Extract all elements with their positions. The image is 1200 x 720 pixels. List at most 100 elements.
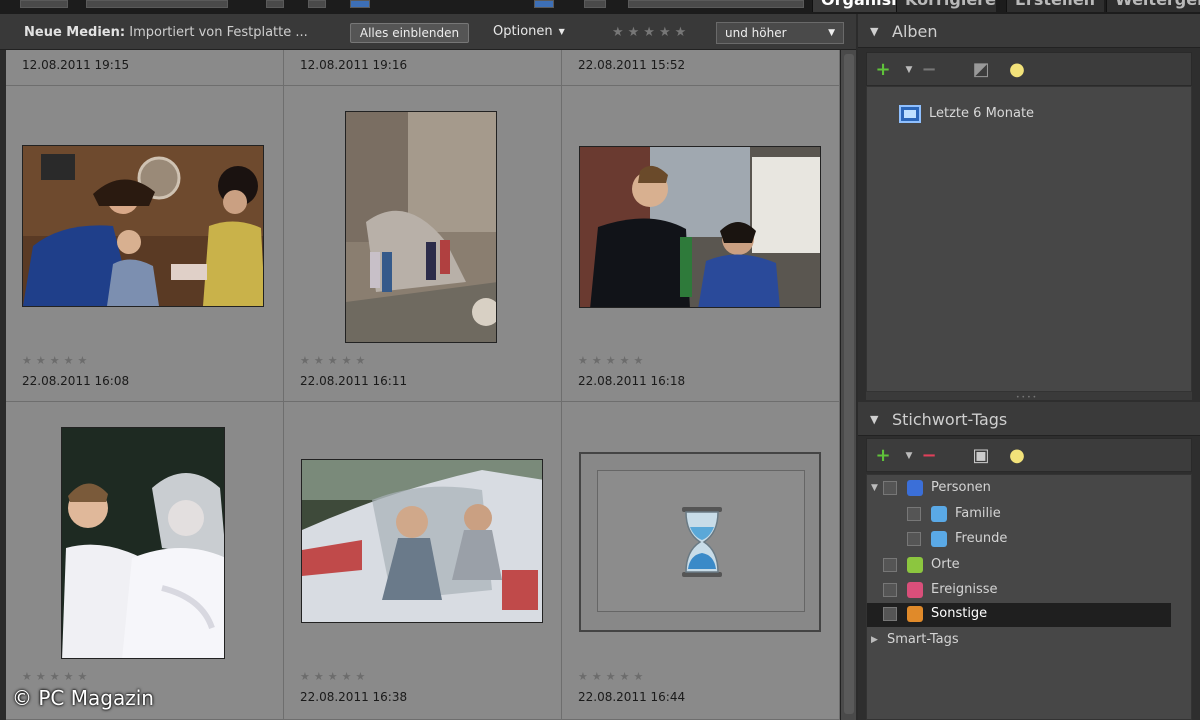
back-forward-button[interactable] [20,0,68,8]
photo-thumbnail[interactable] [301,459,543,623]
chevron-down-icon[interactable]: ▼ [899,446,919,466]
photo-thumbnail[interactable] [579,146,821,308]
loading-placeholder[interactable] [579,452,821,632]
rating-stars[interactable]: ★★★★★ [578,354,647,367]
grid-scrollbar[interactable] [840,50,856,720]
collapse-triangle-icon[interactable]: ▼ [870,413,878,426]
lightbulb-icon[interactable]: ● [1007,60,1027,80]
search-input[interactable] [628,0,804,8]
view-select[interactable] [86,0,228,8]
media-cell[interactable]: ★★★★★ [6,402,284,720]
media-date: 22.08.2011 15:52 [578,58,686,72]
media-cell[interactable]: ★★★★★ 22.08.2011 16:11 [284,86,562,402]
smart-tags-label: Smart-Tags [887,632,959,647]
media-source-label: Neue Medien: Importiert von Festplatte .… [24,25,308,40]
media-label-title: Neue Medien: [24,25,126,40]
tag-row-freunde[interactable]: Freunde [907,528,1167,552]
top-toolbar: Organisieren Korrigieren Erstellen Weite… [0,0,1200,14]
tag-label: Freunde [955,531,1008,546]
media-date: 22.08.2011 16:08 [22,374,130,388]
person-tag-icon [907,479,923,496]
date-view-icon[interactable] [534,0,554,8]
tag-row-orte[interactable]: Orte [883,554,1173,578]
media-cell[interactable]: 12.08.2011 19:16 [284,50,562,86]
tab-share[interactable]: Weitergeben [1106,0,1200,12]
tag-checkbox[interactable] [883,582,897,597]
media-date: 22.08.2011 16:18 [578,374,686,388]
album-icon [899,104,921,123]
photo-thumbnail[interactable] [61,427,225,659]
media-cell[interactable]: ★★★★★ 22.08.2011 16:38 [284,402,562,720]
album-label: Letzte 6 Monate [929,106,1035,121]
panel-splitter[interactable]: •••• [866,392,1192,401]
tag-checkbox[interactable] [883,557,897,572]
rating-stars[interactable]: ★★★★★ [300,354,369,367]
tab-fix[interactable]: Korrigieren [896,0,996,12]
media-label-source: Importiert von Festplatte ... [129,25,308,40]
toolbar-button-2[interactable] [308,0,326,8]
add-icon[interactable]: + [873,60,893,80]
watermark: © PC Magazin [12,686,154,710]
collapse-triangle-icon[interactable]: ▼ [870,25,878,38]
grid-view-icon[interactable] [350,0,370,8]
options-menu-button[interactable]: Optionen ▼ [493,24,565,39]
media-cell[interactable]: 22.08.2011 15:52 [562,50,840,86]
media-date: 22.08.2011 16:38 [300,690,408,704]
lightbulb-icon[interactable]: ● [1007,446,1027,466]
photo-thumbnail[interactable] [345,111,497,343]
smart-tags-row[interactable]: ▶ Smart-Tags [871,629,1171,653]
edit-icon[interactable]: ◩ [971,60,991,80]
tag-label: Sonstige [931,606,988,621]
grip-icon: •••• [1016,394,1039,401]
placeholder-frame [597,470,805,612]
tab-organize[interactable]: Organisieren [812,0,896,12]
remove-icon[interactable]: − [919,60,939,80]
album-item[interactable]: Letzte 6 Monate [899,103,1034,125]
media-date: 12.08.2011 19:16 [300,58,408,72]
tags-toolbar: + ▼ − ▣ ● [866,438,1192,472]
tag-label: Ereignisse [931,582,998,597]
show-all-button[interactable]: Alles einblenden [350,23,469,43]
toolbar-button-1[interactable] [266,0,284,8]
tags-title: Stichwort-Tags [892,410,1008,429]
tag-checkbox[interactable] [883,606,897,621]
add-icon[interactable]: + [873,446,893,466]
rating-filter-select[interactable]: und höher ▼ [716,22,844,44]
right-panel: ▼ Alben + ▼ − ◩ ● Letzte 6 Monate •••• ▼… [858,14,1200,720]
tag-image-icon[interactable]: ▣ [971,446,991,466]
tag-row-sonstige[interactable]: Sonstige [867,603,1171,627]
tag-checkbox[interactable] [883,480,897,495]
options-label: Optionen [493,24,553,39]
tab-create[interactable]: Erstellen [1006,0,1104,12]
tags-panel-header[interactable]: ▼ Stichwort-Tags [858,402,1200,436]
person-tag-icon [931,505,947,522]
rating-stars[interactable]: ★★★★★ [578,670,647,683]
other-tag-icon [907,605,923,622]
scrollbar-thumb[interactable] [844,54,854,714]
media-cell[interactable]: 12.08.2011 19:15 [6,50,284,86]
rating-stars[interactable]: ★★★★★ [22,354,91,367]
camera-icon[interactable] [584,0,606,8]
media-cell[interactable]: ★★★★★ 22.08.2011 16:08 [6,86,284,402]
tag-checkbox[interactable] [907,506,921,521]
tag-row-ereignisse[interactable]: Ereignisse [883,579,1173,603]
media-cell[interactable]: ★★★★★ 22.08.2011 16:44 [562,402,840,720]
rating-stars[interactable]: ★★★★★ [300,670,369,683]
place-tag-icon [907,556,923,573]
photo-thumbnail[interactable] [22,145,264,307]
albums-toolbar: + ▼ − ◩ ● [866,52,1192,86]
albums-list: Letzte 6 Monate [866,86,1192,392]
rating-filter-stars[interactable]: ★★★★★ [612,25,690,40]
expand-triangle-icon[interactable]: ▼ [871,483,883,493]
chevron-down-icon[interactable]: ▼ [899,60,919,80]
tag-row-familie[interactable]: Familie [907,503,1167,527]
rating-select-value: und höher [725,26,787,40]
albums-panel-header[interactable]: ▼ Alben [858,14,1200,48]
rating-stars[interactable]: ★★★★★ [22,670,91,683]
tag-label: Personen [931,480,991,495]
tag-row-personen[interactable]: ▼ Personen [871,477,1171,501]
expand-triangle-icon[interactable]: ▶ [871,635,883,645]
remove-icon[interactable]: − [919,446,939,466]
media-cell[interactable]: ★★★★★ 22.08.2011 16:18 [562,86,840,402]
tag-checkbox[interactable] [907,531,921,546]
